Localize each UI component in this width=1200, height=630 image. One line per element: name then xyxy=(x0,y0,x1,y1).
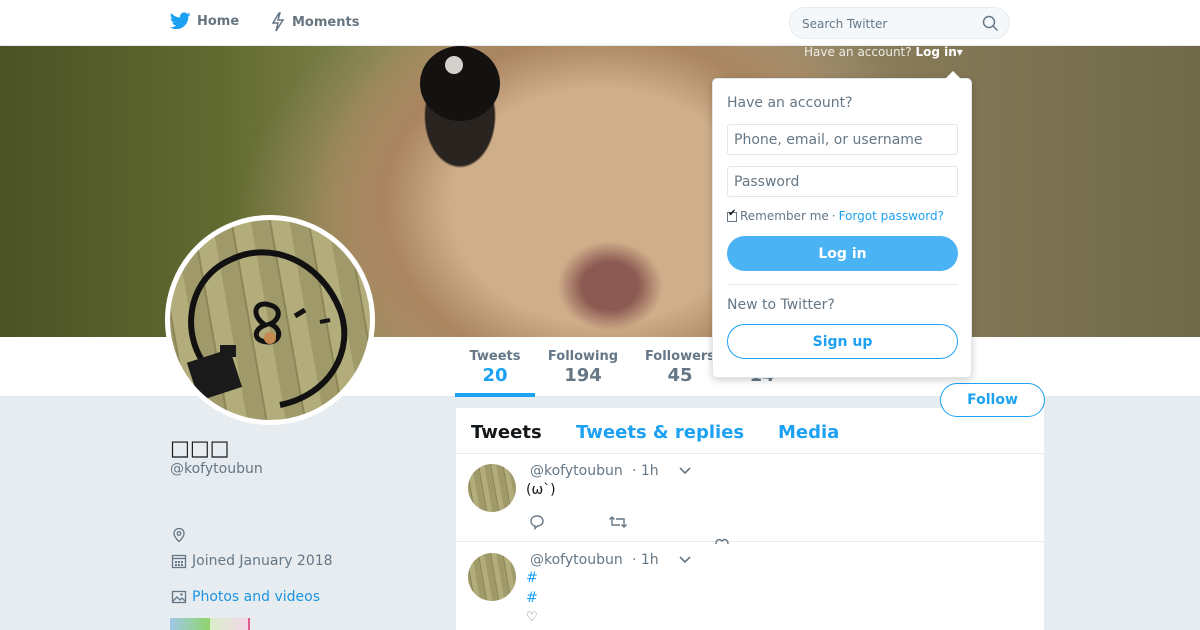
forgot-password-link[interactable]: Forgot password? xyxy=(839,209,944,223)
remember-me-checkbox[interactable] xyxy=(727,208,737,222)
stat-following-label: Following xyxy=(547,349,619,364)
login-hint: Have an account? Log in▾ xyxy=(804,45,963,59)
chevron-down-icon[interactable] xyxy=(678,555,692,565)
media-thumbnail[interactable] xyxy=(170,618,210,630)
remember-me-label[interactable]: Remember me xyxy=(740,209,829,223)
calendar-icon xyxy=(171,554,187,569)
login-caret-icon: ▾ xyxy=(956,45,963,59)
reply-icon[interactable] xyxy=(528,514,546,530)
stat-tweets[interactable]: Tweets 20 xyxy=(455,349,535,397)
login-button[interactable]: Log in xyxy=(727,236,958,271)
profile-location-row xyxy=(171,527,192,543)
tweet-heart-text: ♡ xyxy=(526,610,538,625)
lightning-icon xyxy=(271,12,285,32)
tab-tweets[interactable]: Tweets xyxy=(471,422,542,443)
location-pin-icon xyxy=(173,527,185,543)
tweet-avatar[interactable] xyxy=(468,464,516,512)
password-input[interactable] xyxy=(727,166,958,197)
stat-tweets-value: 20 xyxy=(482,365,508,386)
login-dropdown-title: Have an account? xyxy=(727,95,853,111)
search-input[interactable] xyxy=(802,14,972,34)
profile-name: □□□ xyxy=(170,436,230,460)
tweet-text: (ω`) xyxy=(526,482,556,498)
nav-home[interactable]: Home xyxy=(170,12,239,30)
follow-button[interactable]: Follow xyxy=(940,383,1045,417)
photos-and-videos-link[interactable]: Photos and videos xyxy=(192,589,320,605)
nav-home-label: Home xyxy=(197,13,240,29)
banner-eye-detail xyxy=(420,46,500,121)
search-icon[interactable] xyxy=(982,15,999,32)
retweet-icon[interactable] xyxy=(608,514,628,530)
image-icon xyxy=(171,590,187,604)
tweet-avatar[interactable] xyxy=(468,553,516,601)
twitter-bird-icon xyxy=(170,12,191,30)
nav-moments[interactable]: Moments xyxy=(270,12,359,32)
tweet-time[interactable]: · 1h xyxy=(632,463,659,479)
media-thumbnail[interactable] xyxy=(210,618,250,630)
tweet-hashtag[interactable]: # xyxy=(526,570,538,586)
login-hint-text: Have an account? xyxy=(804,45,912,59)
profile-avatar[interactable] xyxy=(165,215,375,425)
tweet-time[interactable]: · 1h xyxy=(632,552,659,568)
remember-separator: · xyxy=(831,209,836,223)
media-thumbnails xyxy=(170,618,250,630)
signup-button[interactable]: Sign up xyxy=(727,324,958,359)
login-link[interactable]: Log in▾ xyxy=(915,45,962,59)
profile-joined-row: Joined January 2018 xyxy=(171,553,333,569)
top-navigation-bar: Home Moments xyxy=(0,0,1200,46)
stat-followers-value: 45 xyxy=(667,365,693,386)
profile-handle: @kofytoubun xyxy=(170,461,263,477)
stat-followers[interactable]: Followers 45 xyxy=(643,349,717,386)
chevron-down-icon[interactable] xyxy=(678,466,692,476)
login-dropdown: Have an account? Remember me · Forgot pa… xyxy=(712,71,972,378)
avatar-drawing xyxy=(186,249,348,408)
tab-media[interactable]: Media xyxy=(778,422,839,443)
login-dropdown-divider xyxy=(727,284,958,285)
tweet-hashtag[interactable]: # xyxy=(526,590,538,606)
photos-and-videos-row: Photos and videos xyxy=(171,589,320,605)
remember-me-row: Remember me · Forgot password? xyxy=(727,208,944,223)
profile-joined-text: Joined January 2018 xyxy=(192,553,333,569)
stat-following-value: 194 xyxy=(564,365,602,386)
tweet[interactable]: @kofytoubun · 1h (ω`) xyxy=(456,454,1044,544)
stat-followers-label: Followers xyxy=(644,349,716,364)
tab-tweets-and-replies[interactable]: Tweets & replies xyxy=(576,422,744,443)
stat-tweets-label: Tweets xyxy=(469,349,521,364)
tweet-handle[interactable]: @kofytoubun xyxy=(530,552,623,568)
tweet-handle[interactable]: @kofytoubun xyxy=(530,463,623,479)
tweet[interactable]: @kofytoubun · 1h # # ♡ xyxy=(456,543,1044,630)
username-input[interactable] xyxy=(727,124,958,155)
nav-moments-label: Moments xyxy=(292,14,360,30)
stat-following[interactable]: Following 194 xyxy=(545,349,621,386)
login-link-label: Log in xyxy=(915,45,957,59)
timeline: Tweets Tweets & replies Media @kofytoubu… xyxy=(456,408,1044,630)
new-to-twitter-label: New to Twitter? xyxy=(727,297,835,313)
search-box xyxy=(789,7,1010,39)
